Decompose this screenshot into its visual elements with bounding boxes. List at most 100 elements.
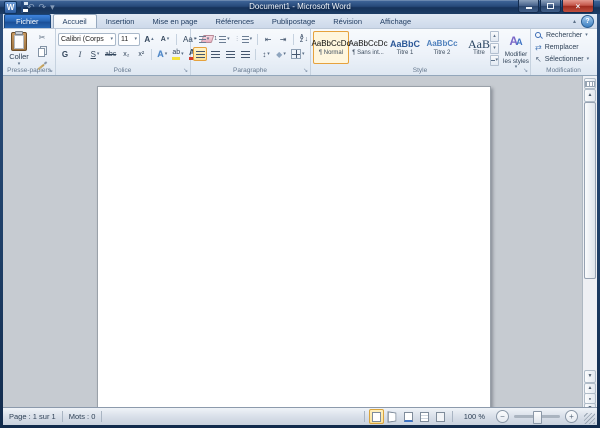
tab-affichage[interactable]: Affichage bbox=[371, 15, 420, 28]
align-right-button[interactable] bbox=[223, 47, 237, 61]
strikethrough-button[interactable]: abc bbox=[103, 47, 118, 61]
numbering-button[interactable]: 1▾ bbox=[212, 32, 231, 46]
align-left-button[interactable] bbox=[193, 47, 207, 61]
subscript-button[interactable]: x₂ bbox=[119, 47, 133, 61]
ribbon-tab-row: Fichier Accueil Insertion Mise en page R… bbox=[3, 14, 597, 28]
align-center-icon bbox=[211, 51, 220, 58]
tab-mise-en-page[interactable]: Mise en page bbox=[143, 15, 206, 28]
view-web-layout-button[interactable] bbox=[401, 409, 416, 424]
chevron-down-icon: ▾ bbox=[302, 52, 305, 57]
maximize-button[interactable] bbox=[540, 0, 561, 13]
shading-button[interactable]: ◆▾ bbox=[274, 47, 288, 61]
sort-arrow-icon: ↓ bbox=[305, 36, 309, 43]
undo-button[interactable]: ↶ bbox=[27, 2, 35, 13]
indent-icon: ⇥ bbox=[280, 35, 287, 44]
paragraph-dialog-launcher[interactable]: ↘ bbox=[303, 68, 308, 74]
styles-dialog-launcher[interactable]: ↘ bbox=[523, 68, 528, 74]
minimize-icon bbox=[526, 7, 532, 9]
draft-icon bbox=[436, 412, 445, 422]
copy-button[interactable] bbox=[32, 45, 52, 58]
scissors-icon: ✂ bbox=[39, 33, 46, 42]
style-gallery-up-button[interactable]: ▴ bbox=[490, 31, 499, 42]
save-button[interactable] bbox=[21, 2, 23, 13]
find-button[interactable]: Rechercher ▾ bbox=[535, 30, 597, 41]
font-dialog-launcher[interactable]: ↘ bbox=[183, 68, 188, 74]
qat-customize-button[interactable]: ▾ bbox=[50, 2, 55, 13]
select-button[interactable]: ↖ Sélectionner ▾ bbox=[535, 54, 597, 65]
tab-references[interactable]: Références bbox=[207, 15, 263, 28]
print-layout-icon bbox=[372, 412, 381, 422]
decrease-indent-button[interactable]: ⇤ bbox=[261, 32, 275, 46]
tab-fichier[interactable]: Fichier bbox=[4, 14, 51, 28]
shrink-font-button[interactable]: A▾ bbox=[158, 32, 172, 46]
font-size-select[interactable]: 11 ▾ bbox=[118, 33, 140, 46]
view-draft-button[interactable] bbox=[433, 409, 448, 424]
zoom-level[interactable]: 100 % bbox=[458, 412, 491, 421]
view-outline-button[interactable] bbox=[417, 409, 432, 424]
zoom-in-button[interactable]: + bbox=[565, 410, 578, 423]
title-bar[interactable]: W ↶ ↷ ▾ Document1 - Microsoft Word × bbox=[0, 0, 600, 14]
zoom-out-button[interactable]: − bbox=[496, 410, 509, 423]
tab-revision[interactable]: Révision bbox=[324, 15, 371, 28]
font-name-select[interactable]: Calibri (Corps ▾ bbox=[58, 33, 116, 46]
replace-button[interactable]: ⇄ Remplacer bbox=[535, 42, 597, 53]
minimize-ribbon-button[interactable]: ▴ bbox=[573, 18, 576, 25]
increase-indent-button[interactable]: ⇥ bbox=[276, 32, 290, 46]
help-button[interactable]: ? bbox=[581, 15, 594, 28]
style-gallery-more-button[interactable]: ▾ bbox=[490, 55, 499, 66]
subscript-icon: x₂ bbox=[123, 51, 129, 58]
page-count[interactable]: Page : 1 sur 1 bbox=[3, 412, 62, 421]
superscript-button[interactable]: x² bbox=[134, 47, 148, 61]
style-titre-2[interactable]: AaBbCc Titre 2 bbox=[424, 31, 460, 64]
style-preview: AaBbCcDc bbox=[311, 40, 350, 48]
zoom-slider-thumb[interactable] bbox=[533, 411, 542, 424]
align-center-button[interactable] bbox=[208, 47, 222, 61]
letter-a-icon: A bbox=[516, 37, 523, 47]
group-styles: AaBbCcDc ¶ Normal AaBbCcDc ¶ Sans int...… bbox=[310, 29, 531, 75]
underline-button[interactable]: S▾ bbox=[88, 47, 102, 61]
style-name: ¶ Normal bbox=[319, 50, 343, 56]
change-styles-button[interactable]: AA Modifier les styles ▾ bbox=[502, 31, 530, 71]
scrollbar-thumb[interactable] bbox=[584, 102, 596, 279]
close-button[interactable]: × bbox=[562, 0, 594, 13]
minimize-button[interactable] bbox=[518, 0, 539, 13]
italic-button[interactable]: I bbox=[73, 47, 87, 61]
word-logo-icon[interactable]: W bbox=[4, 1, 17, 14]
word-count[interactable]: Mots : 0 bbox=[63, 412, 102, 421]
font-name-value: Calibri (Corps bbox=[61, 36, 104, 43]
line-spacing-button[interactable]: ↕▾ bbox=[259, 47, 273, 61]
ruler-toggle-button[interactable] bbox=[584, 78, 596, 89]
replace-icon: ⇄ bbox=[535, 43, 542, 52]
tab-insertion[interactable]: Insertion bbox=[97, 15, 144, 28]
vertical-scrollbar[interactable]: ▲ ▼ ▲ ● ▼ bbox=[582, 76, 597, 408]
document-page[interactable] bbox=[97, 86, 491, 410]
scroll-down-button[interactable]: ▼ bbox=[584, 370, 596, 383]
justify-button[interactable] bbox=[238, 47, 252, 61]
bullets-button[interactable]: •▾ bbox=[193, 32, 211, 46]
redo-button[interactable]: ↷ bbox=[39, 2, 47, 13]
style-titre-1[interactable]: AaBbC Titre 1 bbox=[387, 31, 423, 64]
view-print-layout-button[interactable] bbox=[369, 409, 384, 424]
text-effects-button[interactable]: A▾ bbox=[155, 47, 169, 61]
paste-button[interactable]: Coller ▾ bbox=[5, 31, 33, 71]
multilevel-list-button[interactable]: ⋮▾ bbox=[233, 32, 255, 46]
view-fullscreen-reading-button[interactable] bbox=[385, 409, 400, 424]
scroll-up-button[interactable]: ▲ bbox=[584, 89, 596, 102]
zoom-slider[interactable] bbox=[514, 415, 560, 418]
sort-z: Z bbox=[300, 39, 304, 43]
bold-button[interactable]: G bbox=[58, 47, 72, 61]
highlight-button[interactable]: ab▾ bbox=[170, 47, 185, 61]
style-sans-interligne[interactable]: AaBbCcDc ¶ Sans int... bbox=[350, 31, 386, 64]
align-right-icon bbox=[226, 51, 235, 58]
resize-grip[interactable] bbox=[584, 413, 595, 424]
borders-button[interactable]: ▾ bbox=[289, 47, 307, 61]
status-bar: Page : 1 sur 1 Mots : 0 100 % − + bbox=[3, 407, 597, 425]
tab-accueil[interactable]: Accueil bbox=[53, 14, 97, 28]
style-gallery-down-button[interactable]: ▾ bbox=[490, 43, 499, 54]
tab-publipostage[interactable]: Publipostage bbox=[263, 15, 324, 28]
style-normal[interactable]: AaBbCcDc ¶ Normal bbox=[313, 31, 349, 64]
grow-font-button[interactable]: A▴ bbox=[142, 32, 156, 46]
cut-button[interactable]: ✂ bbox=[32, 31, 52, 44]
clipboard-dialog-launcher[interactable]: ↘ bbox=[48, 68, 53, 74]
sort-button[interactable]: AZ↓ bbox=[297, 32, 311, 46]
